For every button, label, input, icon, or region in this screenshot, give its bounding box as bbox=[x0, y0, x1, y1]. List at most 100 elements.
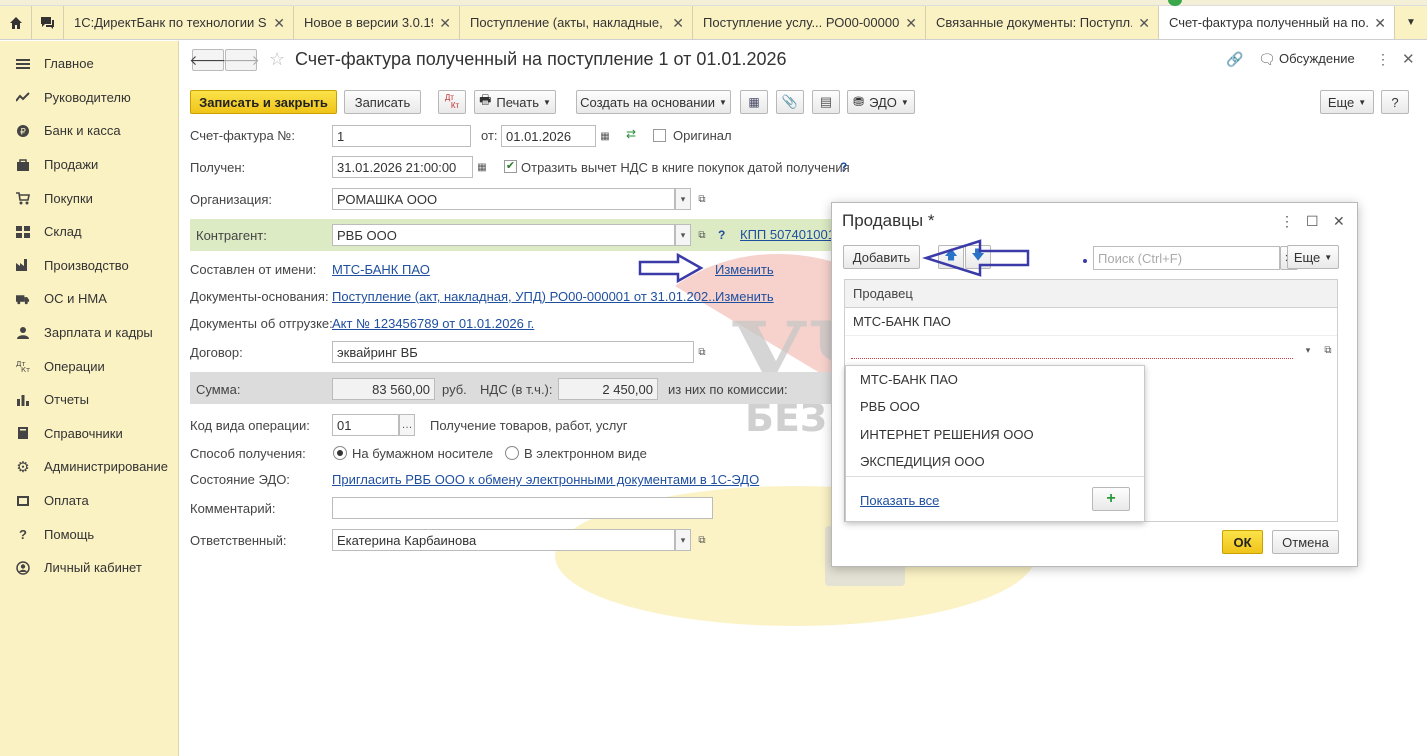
open-icon[interactable]: ⧉ bbox=[694, 224, 710, 246]
sidebar-item-salary[interactable]: Зарплата и кадры bbox=[0, 316, 178, 350]
chevron-down-icon[interactable]: ▾ bbox=[1300, 339, 1316, 361]
contractor-input[interactable]: РВБ ООО bbox=[332, 224, 675, 246]
edo-button[interactable]: ⛃ ЭДО ▼ bbox=[847, 90, 915, 114]
calendar-icon[interactable]: ▦ bbox=[474, 156, 490, 178]
sidebar-item-account[interactable]: Личный кабинет bbox=[0, 551, 178, 585]
open-icon[interactable]: ⧉ bbox=[694, 529, 710, 551]
show-all-link[interactable]: Показать все bbox=[860, 493, 939, 508]
discussion-icon[interactable]: 🗨 bbox=[1258, 51, 1276, 68]
contract-input[interactable]: эквайринг ВБ bbox=[332, 341, 694, 363]
original-checkbox[interactable] bbox=[653, 129, 666, 142]
help-question-icon[interactable]: ? bbox=[718, 228, 725, 242]
editing-row[interactable]: ▾ ⧉ bbox=[845, 336, 1337, 364]
close-form-icon[interactable]: ✕ bbox=[1402, 50, 1415, 68]
op-code-input[interactable]: 01 bbox=[332, 414, 399, 436]
open-icon[interactable]: ⧉ bbox=[1320, 339, 1336, 361]
change-base-docs-link[interactable]: Изменить bbox=[715, 289, 774, 304]
change-on-behalf-link[interactable]: Изменить bbox=[715, 262, 774, 277]
dropdown-option[interactable]: ИНТЕРНЕТ РЕШЕНИЯ ООО bbox=[846, 421, 1144, 448]
chevron-down-icon[interactable]: ▾ bbox=[675, 529, 691, 551]
received-input[interactable]: 31.01.2026 21:00:00 bbox=[332, 156, 473, 178]
sidebar-item-fixed-assets[interactable]: ОС и НМА bbox=[0, 282, 178, 316]
calendar-icon[interactable]: ▦ bbox=[597, 125, 613, 147]
save-close-button[interactable]: Записать и закрыть bbox=[190, 90, 337, 114]
vat-deduct-checkbox[interactable]: ✔ bbox=[504, 160, 517, 173]
tab-related-docs[interactable]: Связанные документы: Поступл... ✕ bbox=[926, 6, 1159, 39]
org-input[interactable]: РОМАШКА ООО bbox=[332, 188, 675, 210]
cancel-button[interactable]: Отмена bbox=[1272, 530, 1339, 554]
maximize-icon[interactable]: ☐ bbox=[1306, 213, 1319, 230]
method-electronic-radio[interactable] bbox=[505, 446, 519, 460]
sidebar-item-purchases[interactable]: Покупки bbox=[0, 181, 178, 215]
discussion-button[interactable]: Обсуждение bbox=[1279, 51, 1355, 66]
close-icon[interactable]: ✕ bbox=[273, 15, 285, 32]
base-docs-link[interactable]: Поступление (акт, накладная, УПД) РО00-0… bbox=[332, 289, 719, 304]
open-icon[interactable]: ⧉ bbox=[694, 341, 710, 363]
kpp-link[interactable]: КПП 507401001 bbox=[740, 227, 835, 242]
open-icon[interactable]: ⧉ bbox=[694, 188, 710, 210]
dropdown-option[interactable]: МТС-БАНК ПАО bbox=[846, 366, 1144, 393]
sidebar-item-main[interactable]: Главное bbox=[0, 47, 178, 81]
close-icon[interactable]: ✕ bbox=[1138, 15, 1150, 32]
report-button[interactable]: ▤ bbox=[812, 90, 840, 114]
add-button[interactable]: Добавить bbox=[843, 245, 920, 269]
more-button[interactable]: Еще ▼ bbox=[1320, 90, 1374, 114]
sidebar-item-catalogs[interactable]: Справочники bbox=[0, 417, 178, 451]
home-button[interactable] bbox=[0, 6, 32, 39]
comment-input[interactable] bbox=[332, 497, 713, 519]
tab-receipts-list[interactable]: Поступление (акты, накладные, ... ✕ bbox=[460, 6, 693, 39]
save-button[interactable]: Записать bbox=[344, 90, 421, 114]
more-menu-icon[interactable]: ⋮ bbox=[1376, 51, 1390, 68]
structure-button[interactable]: ▦ bbox=[740, 90, 768, 114]
table-row[interactable]: МТС-БАНК ПАО bbox=[845, 308, 1337, 336]
dropdown-option[interactable]: ЭКСПЕДИЦИЯ ООО bbox=[846, 448, 1144, 475]
sidebar-item-admin[interactable]: ⚙ Администрирование bbox=[0, 450, 178, 484]
search-input[interactable] bbox=[1093, 246, 1280, 270]
sidebar-item-warehouse[interactable]: Склад bbox=[0, 215, 178, 249]
date-input[interactable]: 01.01.2026 bbox=[501, 125, 596, 147]
chevron-down-icon[interactable]: ▾ bbox=[675, 188, 691, 210]
close-icon[interactable]: ✕ bbox=[1374, 15, 1386, 32]
sidebar-item-operations[interactable]: Дт Кт Операции bbox=[0, 349, 178, 383]
sidebar-item-payment[interactable]: Оплата bbox=[0, 484, 178, 518]
method-paper-radio[interactable] bbox=[333, 446, 347, 460]
attach-button[interactable]: 📎 bbox=[776, 90, 804, 114]
responsible-input[interactable]: Екатерина Карбаинова bbox=[332, 529, 675, 551]
close-icon[interactable]: ✕ bbox=[1333, 213, 1345, 230]
sidebar-item-reports[interactable]: Отчеты bbox=[0, 383, 178, 417]
sidebar-item-help[interactable]: ? Помощь bbox=[0, 517, 178, 551]
sum-value[interactable]: 83 560,00 bbox=[332, 378, 435, 400]
print-button[interactable]: 🖶 Печать ▼ bbox=[474, 90, 556, 114]
tab-receipt-doc[interactable]: Поступление услу... РО00-000001 ✕ bbox=[693, 6, 926, 39]
shipment-docs-link[interactable]: Акт № 123456789 от 01.01.2026 г. bbox=[332, 316, 534, 331]
on-behalf-link[interactable]: МТС-БАНК ПАО bbox=[332, 262, 430, 277]
tab-invoice[interactable]: Счет-фактура полученный на по... ✕ bbox=[1159, 6, 1395, 39]
more-menu-icon[interactable]: ⋮ bbox=[1280, 213, 1294, 230]
tab-whats-new[interactable]: Новое в версии 3.0.196 ✕ bbox=[294, 6, 460, 39]
dropdown-option[interactable]: РВБ ООО bbox=[846, 393, 1144, 420]
chevron-down-icon[interactable]: ▾ bbox=[675, 224, 691, 246]
vat-value[interactable]: 2 450,00 bbox=[558, 378, 658, 400]
forward-button[interactable]: 🡒 bbox=[222, 49, 260, 71]
help-question-icon[interactable]: ? bbox=[840, 160, 847, 174]
transfer-icon[interactable]: ⇄ bbox=[626, 127, 636, 141]
sidebar-item-sales[interactable]: Продажи bbox=[0, 148, 178, 182]
favorite-star-icon[interactable]: ☆ bbox=[269, 49, 285, 70]
link-icon[interactable]: 🔗 bbox=[1226, 51, 1243, 68]
tabs-menu-button[interactable]: ▼ bbox=[1395, 6, 1427, 39]
dt-kt-button[interactable]: Дт Кт bbox=[438, 90, 466, 114]
create-new-button[interactable]: + bbox=[1092, 487, 1130, 511]
back-button[interactable]: 🡐 bbox=[189, 49, 227, 71]
edo-invite-link[interactable]: Пригласить РВБ ООО к обмену электронными… bbox=[332, 472, 759, 487]
close-icon[interactable]: ✕ bbox=[672, 15, 684, 32]
dialog-more-button[interactable]: Еще ▼ bbox=[1287, 245, 1339, 269]
tab-directbank[interactable]: 1С:ДиректБанк по технологии S... ✕ bbox=[64, 6, 294, 39]
close-icon[interactable]: ✕ bbox=[905, 15, 917, 32]
sidebar-item-manager[interactable]: Руководителю bbox=[0, 81, 178, 115]
sidebar-item-bank[interactable]: ₽ Банк и касса bbox=[0, 114, 178, 148]
sidebar-item-production[interactable]: Производство bbox=[0, 249, 178, 283]
select-button[interactable]: … bbox=[399, 414, 415, 436]
create-based-button[interactable]: Создать на основании ▼ bbox=[576, 90, 731, 114]
close-icon[interactable]: ✕ bbox=[439, 15, 451, 32]
ok-button[interactable]: ОК bbox=[1222, 530, 1263, 554]
